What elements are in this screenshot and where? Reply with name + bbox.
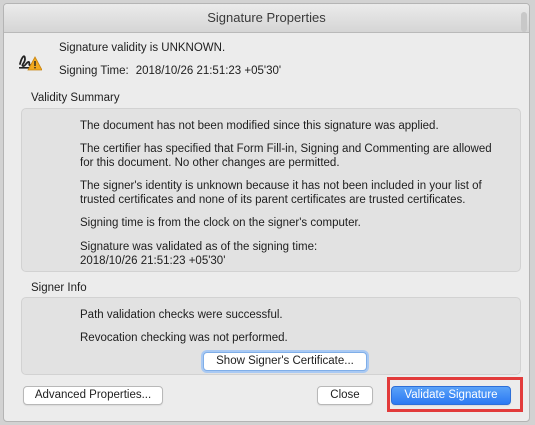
- summary-line: Signing time is from the clock on the si…: [80, 217, 361, 229]
- close-button[interactable]: Close: [317, 386, 373, 405]
- signer-info-label: Signer Info: [31, 282, 87, 294]
- summary-line: 2018/10/26 21:51:23 +05'30': [80, 255, 226, 267]
- summary-line: The document has not been modified since…: [80, 120, 439, 132]
- show-signers-certificate-button[interactable]: Show Signer's Certificate...: [203, 352, 367, 371]
- window-title: Signature Properties: [207, 10, 326, 25]
- signature-warning-icon: [18, 50, 43, 72]
- signer-info-line: Revocation checking was not performed.: [80, 332, 288, 344]
- summary-line: Signature was validated as of the signin…: [80, 241, 318, 253]
- validate-signature-highlight: [387, 377, 523, 412]
- signer-info-box: Path validation checks were successful. …: [21, 297, 521, 375]
- signing-time-value: 2018/10/26 21:51:23 +05'30': [135, 65, 282, 77]
- validity-summary-label: Validity Summary: [31, 92, 120, 104]
- signer-info-line: Path validation checks were successful.: [80, 309, 283, 321]
- validity-summary-box: The document has not been modified since…: [21, 108, 521, 272]
- summary-line: The signer's identity is unknown because…: [80, 180, 482, 206]
- signature-properties-dialog: Signature Properties Signature validity …: [3, 3, 530, 422]
- title-bar: Signature Properties: [4, 4, 529, 33]
- signature-validity-status: Signature validity is UNKNOWN.: [59, 42, 226, 54]
- scrollbar[interactable]: [521, 12, 527, 32]
- advanced-properties-button[interactable]: Advanced Properties...: [23, 386, 163, 405]
- signing-time: Signing Time: 2018/10/26 21:51:23 +05'30': [59, 65, 281, 77]
- summary-line: The certifier has specified that Form Fi…: [80, 143, 492, 169]
- signing-time-label: Signing Time:: [59, 65, 129, 77]
